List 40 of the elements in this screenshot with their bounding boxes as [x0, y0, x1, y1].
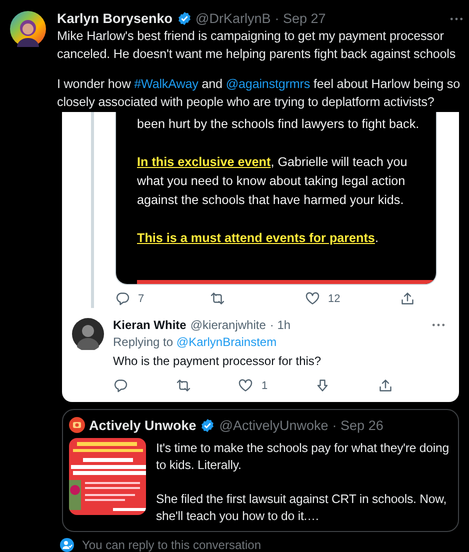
heart-icon[interactable]	[305, 291, 320, 306]
tweet-text: Mike Harlow's best friend is campaigning to get my payment processor canceled. He doesn't want me helping parents fight back against schools	[57, 28, 457, 63]
more-icon[interactable]	[432, 323, 445, 327]
author-name[interactable]: Karlyn Borysenko	[57, 11, 173, 26]
tweet-time[interactable]: · 1h	[270, 318, 291, 332]
person-icon	[60, 538, 74, 552]
avatar[interactable]	[69, 417, 85, 433]
author-name[interactable]: Actively Unwoke	[89, 418, 196, 432]
share-icon[interactable]	[378, 378, 393, 393]
author-name[interactable]: Kieran White	[113, 318, 186, 332]
tweet-date[interactable]: · Sep 26	[332, 418, 384, 432]
quote-text: She filed the first lawsuit against CRT in schools. Now, she'll teach you how to do it.…	[156, 491, 448, 525]
reply-notice: You can reply to this conversation	[82, 538, 261, 552]
author-handle[interactable]: @kieranjwhite	[190, 318, 266, 332]
reply-icon[interactable]	[115, 291, 130, 306]
retweet-icon[interactable]	[210, 291, 225, 306]
action-count: 12	[328, 292, 340, 304]
avatar[interactable]	[10, 11, 46, 47]
link[interactable]: @againstgrmrs	[226, 77, 310, 91]
image-text: In this exclusive event, Gabrielle will teach you what you need to know about taking legal action against the schools that have harmed your kids.	[137, 154, 408, 209]
replying-label: Replying to	[113, 335, 174, 349]
author-handle[interactable]: @DrKarlynB	[196, 11, 271, 26]
quoted-tweet[interactable]	[62, 409, 459, 532]
image-text: This is a must attend events for parents.	[137, 230, 380, 247]
retweet-icon[interactable]	[176, 378, 191, 393]
link[interactable]: #WalkAway	[134, 77, 198, 91]
reply-icon[interactable]	[113, 378, 128, 393]
image-text: been hurt by the schools find lawyers to fight back.	[137, 116, 420, 133]
reply-text: Who is the payment processor for this?	[113, 353, 322, 370]
tweet-text: I wonder how #WalkAway and @againstgrmrs feel about Harlow being so closely associated with people who are trying to deplatform activists?	[57, 76, 462, 111]
action-count: 1	[261, 380, 268, 392]
author-handle[interactable]: @ActivelyUnwoke	[219, 418, 328, 432]
share-icon[interactable]	[400, 291, 415, 306]
down-arrow-icon[interactable]	[315, 378, 330, 393]
more-icon[interactable]	[450, 16, 463, 20]
avatar[interactable]	[72, 318, 104, 350]
action-count: 7	[138, 292, 144, 304]
tweet-date[interactable]: · Sep 27	[274, 11, 326, 26]
heart-icon[interactable]	[238, 378, 254, 393]
quote-text: It's time to make the schools pay for what they're doing to kids. Literally.	[156, 440, 450, 474]
